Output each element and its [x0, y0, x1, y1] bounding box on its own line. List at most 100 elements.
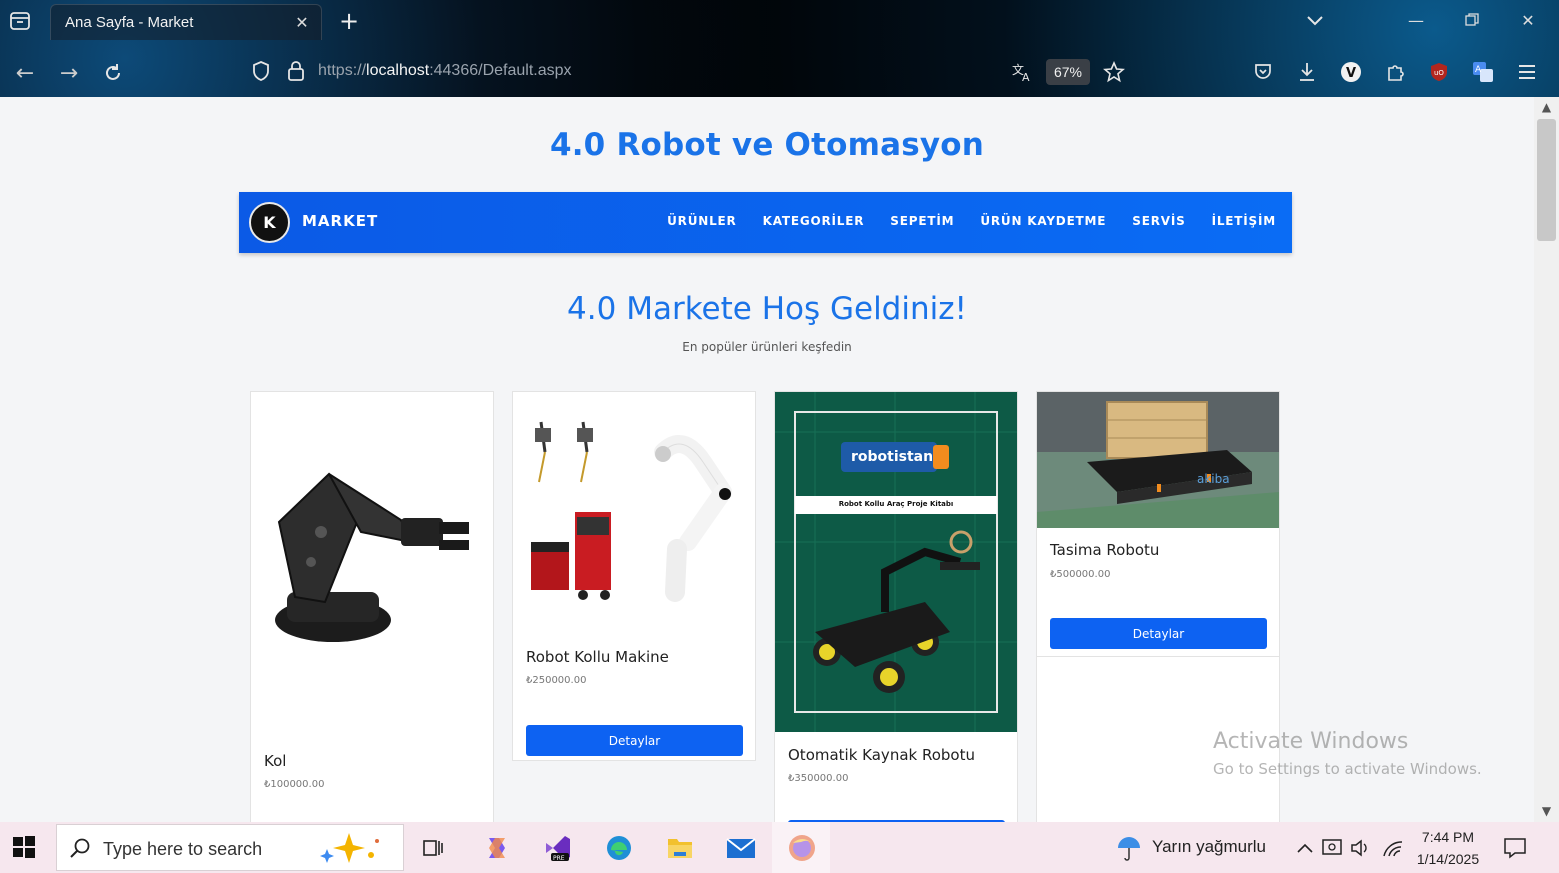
menu-item-urunler[interactable]: ÜRÜNLER	[667, 214, 736, 228]
translate-icon[interactable]: 文A	[1009, 59, 1035, 85]
tab-list-icon[interactable]	[8, 9, 32, 33]
product-image[interactable]	[513, 392, 755, 636]
product-image[interactable]	[251, 392, 493, 742]
brand-name[interactable]: MARKET	[302, 212, 378, 230]
page-scrollbar[interactable]: ▲ ▼	[1534, 97, 1559, 822]
translator-extension-icon[interactable]: A	[1470, 59, 1496, 85]
windows-taskbar: Type here to search PRE Yarın yağmurlu 7…	[0, 822, 1559, 873]
tab-active[interactable]: Ana Sayfa - Market ✕	[50, 4, 322, 40]
brand-logo[interactable]: K	[249, 202, 290, 243]
product-price: ₺350000.00	[788, 773, 849, 784]
scroll-up-icon[interactable]: ▲	[1540, 101, 1553, 114]
menu-item-sepetim[interactable]: SEPETİM	[890, 214, 954, 228]
product-image[interactable]: robotistan Robot Kollu Araç Proje Kitabı	[775, 392, 1017, 732]
ublock-icon[interactable]: uO	[1426, 59, 1452, 85]
menu-item-servis[interactable]: SERVİS	[1132, 214, 1185, 228]
forward-icon[interactable]: →	[56, 60, 82, 86]
mail-icon[interactable]	[724, 831, 758, 865]
copilot-app-icon[interactable]	[480, 831, 514, 865]
welcome-subtitle: En popüler ürünleri keşfedin	[682, 340, 852, 354]
nav-toolbar: ← → https://localhost:44366/Default.aspx	[0, 48, 1559, 96]
product-price: ₺100000.00	[264, 779, 325, 790]
product-card-otomatik-kaynak-robotu: robotistan Robot Kollu Araç Proje Kitabı…	[774, 391, 1018, 822]
product-name[interactable]: Robot Kollu Makine	[526, 648, 669, 666]
back-icon[interactable]: ←	[12, 60, 38, 86]
details-button[interactable]: Detaylar	[526, 725, 743, 756]
product-name[interactable]: Kol	[264, 752, 286, 770]
edge-browser-icon[interactable]	[602, 831, 636, 865]
rain-weather-icon[interactable]	[1114, 834, 1144, 866]
reload-icon[interactable]	[100, 60, 126, 86]
scroll-thumb[interactable]	[1537, 119, 1556, 241]
browser-chrome: Ana Sayfa - Market ✕ + — ✕ ← → https://l…	[0, 0, 1559, 97]
taskbar-search[interactable]: Type here to search	[56, 824, 404, 871]
site-title: 4.0 Robot ve Otomasyon	[549, 127, 985, 163]
extensions-puzzle-icon[interactable]	[1383, 59, 1409, 85]
shield-icon[interactable]	[251, 60, 271, 86]
clock-date: 1/14/2025	[1416, 851, 1480, 867]
activate-windows-watermark: Activate Windows Go to Settings to activ…	[1213, 729, 1482, 778]
windows-start-icon[interactable]	[12, 835, 38, 861]
watermark-subtitle: Go to Settings to activate Windows.	[1213, 760, 1482, 778]
active-app-highlight	[772, 822, 830, 873]
product-price: ₺500000.00	[1050, 569, 1111, 580]
product-price: ₺250000.00	[526, 675, 587, 686]
robot-brand: akiba	[1197, 472, 1230, 486]
menu-item-iletisim[interactable]: İLETİŞİM	[1212, 214, 1276, 228]
url-host: localhost	[366, 62, 430, 79]
card-divider	[1037, 656, 1279, 657]
menu-item-kategoriler[interactable]: KATEGORİLER	[763, 214, 865, 228]
book-caption: Robot Kollu Araç Proje Kitabı	[838, 500, 954, 508]
watermark-title: Activate Windows	[1213, 729, 1409, 754]
main-menu: ÜRÜNLER KATEGORİLER SEPETİM ÜRÜN KAYDETM…	[667, 214, 1276, 228]
task-view-icon[interactable]	[416, 831, 450, 865]
url-text[interactable]: https://localhost:44366/Default.aspx	[318, 62, 572, 80]
new-tab-icon[interactable]: +	[336, 7, 362, 35]
menu-item-urun-kaydetme[interactable]: ÜRÜN KAYDETME	[980, 214, 1106, 228]
clock-time: 7:44 PM	[1421, 829, 1475, 845]
copilot-sparkle-icon[interactable]	[319, 831, 393, 869]
search-placeholder: Type here to search	[103, 839, 263, 859]
weather-text[interactable]: Yarın yağmurlu	[1152, 837, 1266, 857]
chevron-down-icon[interactable]	[1304, 9, 1326, 31]
download-icon[interactable]	[1294, 59, 1320, 85]
close-tab-icon[interactable]: ✕	[289, 10, 315, 36]
search-icon	[69, 837, 91, 863]
svg-text:V: V	[1346, 66, 1356, 81]
book-brand: robotistan	[851, 449, 934, 465]
svg-text:uO: uO	[1434, 69, 1444, 77]
volume-icon[interactable]	[1344, 831, 1378, 865]
restore-icon[interactable]	[1458, 8, 1486, 32]
details-button[interactable]: Detaylar	[1050, 618, 1267, 649]
lock-icon[interactable]	[287, 60, 305, 86]
url-path: :44366/Default.aspx	[429, 62, 572, 79]
scroll-down-icon[interactable]: ▼	[1540, 805, 1553, 818]
tab-title: Ana Sayfa - Market	[65, 14, 194, 31]
wifi-icon[interactable]	[1376, 831, 1410, 865]
visual-studio-icon[interactable]: PRE	[541, 831, 575, 865]
tab-bar: Ana Sayfa - Market ✕ + — ✕	[0, 0, 1559, 44]
menu-hamburger-icon[interactable]	[1514, 59, 1540, 85]
bookmark-star-icon[interactable]	[1101, 59, 1127, 85]
svg-text:PRE: PRE	[553, 855, 565, 862]
site-navbar: K MARKET ÜRÜNLER KATEGORİLER SEPETİM ÜRÜ…	[239, 192, 1292, 253]
minimize-icon[interactable]: —	[1402, 8, 1430, 32]
notification-icon[interactable]	[1498, 831, 1532, 865]
welcome-heading: 4.0 Markete Hoş Geldiniz!	[567, 291, 967, 327]
extension-v-icon[interactable]: V	[1338, 59, 1364, 85]
product-image[interactable]: akiba	[1037, 392, 1279, 528]
close-window-icon[interactable]: ✕	[1514, 8, 1542, 32]
logo-text: K	[263, 213, 276, 232]
page-viewport: 4.0 Robot ve Otomasyon K MARKET ÜRÜNLER …	[0, 97, 1534, 822]
url-scheme: https://	[318, 62, 367, 79]
product-card-robot-kollu-makine: Robot Kollu Makine ₺250000.00 Detaylar	[512, 391, 756, 761]
product-name[interactable]: Otomatik Kaynak Robotu	[788, 746, 975, 764]
zoom-level[interactable]: 67%	[1046, 59, 1090, 85]
product-name[interactable]: Tasima Robotu	[1050, 541, 1159, 559]
pocket-icon[interactable]	[1250, 59, 1276, 85]
product-card-kol: Kol ₺100000.00	[250, 391, 494, 822]
taskbar-clock[interactable]: 7:44 PM 1/14/2025	[1408, 826, 1488, 870]
svg-text:A: A	[1475, 65, 1482, 75]
svg-text:A: A	[1022, 71, 1030, 83]
file-explorer-icon[interactable]	[663, 831, 697, 865]
